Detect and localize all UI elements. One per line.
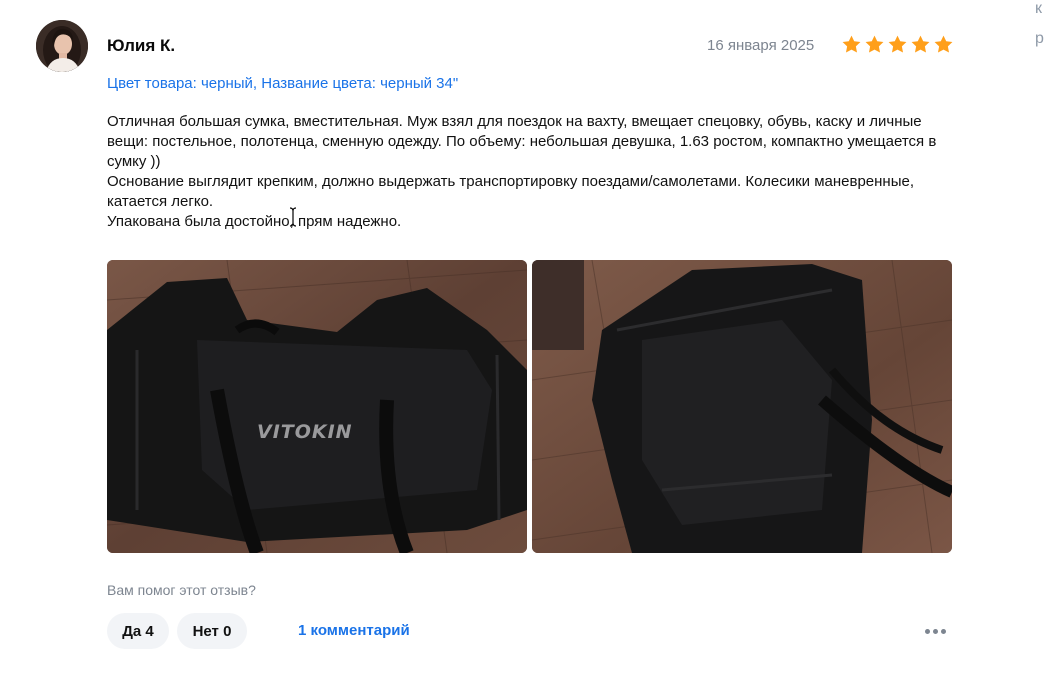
more-dots-icon[interactable] — [922, 624, 948, 638]
text-cursor-icon — [289, 207, 297, 227]
star-icon — [911, 35, 930, 53]
review-paragraph: Упакована была достойно, прям надежно. — [107, 213, 402, 230]
star-icon — [888, 35, 907, 53]
edge-clipped-text: к р — [1035, 0, 1045, 54]
review-photo[interactable]: VITOKIN — [107, 260, 527, 553]
dot — [932, 628, 938, 634]
rating-stars — [841, 34, 954, 55]
bag-brand-text: VITOKIN — [257, 421, 353, 443]
avatar-image — [36, 20, 88, 72]
edge-text-line: к — [1035, 0, 1042, 17]
author-name[interactable]: Юлия К. — [107, 36, 175, 56]
review-date: 16 января 2025 — [707, 37, 815, 54]
edge-text-line: р — [1035, 30, 1044, 47]
review-text: Отличная большая сумка, вместительная. М… — [107, 112, 947, 232]
star-icon — [842, 35, 861, 53]
dot — [924, 628, 930, 634]
dot — [940, 628, 946, 634]
star-icon — [865, 35, 884, 53]
vote-yes-button[interactable]: Да 4 — [107, 613, 169, 649]
vote-no-button[interactable]: Нет 0 — [177, 613, 247, 649]
star-icon — [934, 35, 953, 53]
bag-photo-front: VITOKIN — [107, 260, 527, 553]
comments-link[interactable]: 1 комментарий — [298, 622, 410, 639]
bag-photo-side — [532, 260, 952, 553]
review-paragraph: Основание выглядит крепким, должно выдер… — [107, 173, 914, 210]
review-photo[interactable] — [532, 260, 952, 553]
review-paragraph: Отличная большая сумка, вместительная. М… — [107, 113, 937, 170]
product-variant-link[interactable]: Цвет товара: черный, Название цвета: чер… — [107, 75, 458, 92]
avatar[interactable] — [36, 20, 88, 72]
helpful-question: Вам помог этот отзыв? — [107, 582, 256, 598]
